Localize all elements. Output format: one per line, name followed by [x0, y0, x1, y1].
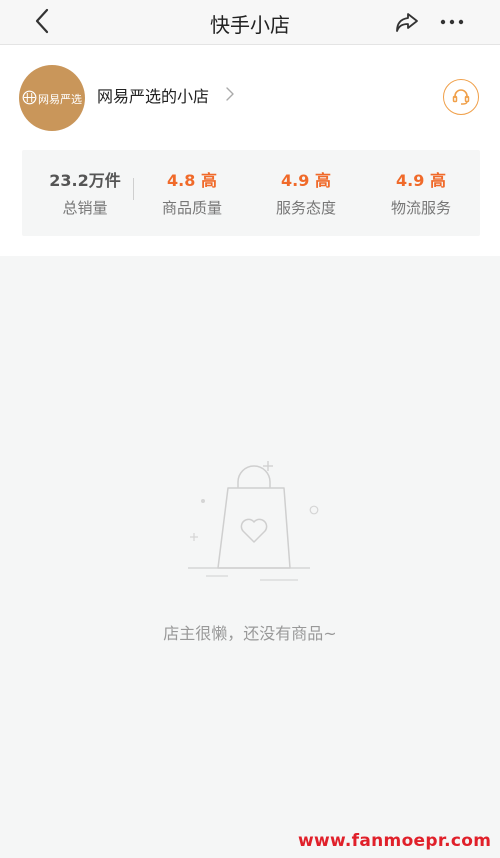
shop-logo-icon: [22, 90, 37, 105]
chevron-right-icon[interactable]: [223, 86, 237, 102]
stat-product-quality: 4.8 高 商品质量: [132, 170, 252, 218]
customer-service-icon: [452, 89, 470, 105]
stat-total-sales: 23.2万件 总销量: [25, 170, 145, 218]
stat-service-attitude: 4.9 高 服务态度: [246, 170, 366, 218]
stat-label: 商品质量: [161, 199, 222, 217]
stat-label: 物流服务: [390, 199, 451, 217]
page-title: 快手小店: [210, 13, 290, 37]
share-icon[interactable]: [393, 8, 421, 36]
stat-label: 服务态度: [275, 199, 336, 217]
shop-info-card: 网易严选 网易严选的小店 23.2万件 总销量 4.8 高 商品质量 4.9 高…: [0, 45, 500, 256]
shop-stats: 23.2万件 总销量 4.8 高 商品质量 4.9 高 服务态度 4.9 高 物…: [22, 150, 480, 236]
stat-value: 4.9 高: [281, 171, 331, 190]
stat-label: 总销量: [62, 199, 108, 217]
shop-name[interactable]: 网易严选的小店: [97, 83, 209, 107]
stat-value: 4.9 高: [396, 171, 446, 190]
stat-value: 4.8 高: [167, 171, 217, 190]
more-icon[interactable]: [438, 8, 466, 36]
navigation-bar: 快手小店: [0, 0, 500, 45]
stat-value: 23.2万件: [49, 171, 121, 190]
empty-shopping-bag-icon: [188, 461, 319, 581]
customer-service-button[interactable]: [443, 79, 479, 115]
watermark: www.fanmoepr.com: [298, 831, 492, 851]
stat-logistics-service: 4.9 高 物流服务: [361, 170, 481, 218]
avatar-label: 网易严选: [38, 93, 82, 106]
empty-state-message: 店主很懒，还没有商品~: [163, 624, 337, 643]
shop-avatar[interactable]: 网易严选: [19, 65, 85, 131]
